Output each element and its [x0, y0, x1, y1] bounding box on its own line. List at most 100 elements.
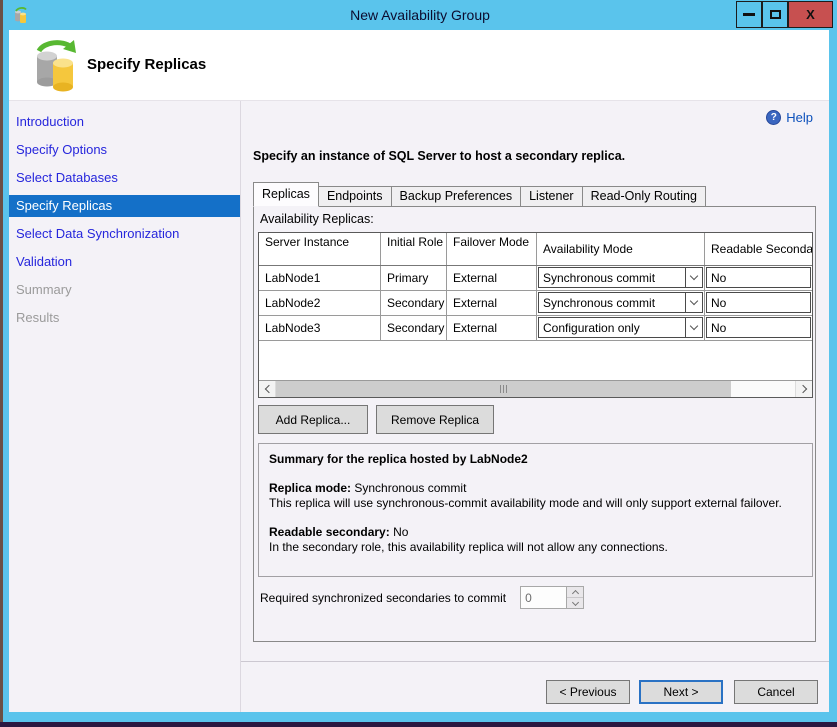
help-label: Help — [786, 110, 813, 125]
replica-mode-value: Synchronous commit — [354, 481, 466, 495]
main-content: ? Help Specify an instance of SQL Server… — [240, 101, 829, 712]
tab-read-only-routing[interactable]: Read-Only Routing — [582, 186, 706, 207]
maximize-button[interactable] — [762, 1, 788, 28]
cell-server-instance: LabNode2 — [259, 291, 381, 315]
sidebar-item-results: Results — [9, 307, 240, 329]
availability-replicas-grid[interactable]: Server Instance Initial Role Failover Mo… — [258, 232, 813, 398]
chevron-up-icon — [572, 589, 579, 596]
scroll-left-button[interactable] — [259, 381, 276, 397]
wizard-header: Specify Replicas — [9, 30, 829, 101]
replica-buttons: Add Replica... Remove Replica — [258, 405, 494, 434]
replicas-tab-panel: Availability Replicas: Server Instance I… — [253, 206, 816, 642]
readable-secondary-value: No — [393, 525, 408, 539]
stepper-value[interactable]: 0 — [521, 587, 566, 608]
remove-replica-button[interactable]: Remove Replica — [376, 405, 494, 434]
table-row: LabNode2 Secondary External Synchronous … — [259, 291, 812, 316]
readable-secondary-description: In the secondary role, this availability… — [269, 540, 802, 555]
scroll-right-button[interactable] — [795, 381, 812, 397]
chevron-down-icon[interactable] — [685, 268, 702, 287]
readable-secondary-dropdown[interactable]: No — [706, 317, 811, 338]
wizard-steps-sidebar: Introduction Specify Options Select Data… — [9, 101, 240, 712]
column-header-initial-role[interactable]: Initial Role — [381, 233, 447, 265]
cell-initial-role: Primary — [381, 266, 447, 290]
cell-failover-mode: External — [447, 291, 537, 315]
cell-failover-mode: External — [447, 316, 537, 340]
readable-secondary-label: Readable secondary: — [269, 525, 390, 539]
required-secondaries-row: Required synchronized secondaries to com… — [260, 586, 584, 609]
cell-availability-mode: Synchronous commit — [537, 291, 705, 315]
cell-availability-mode: Configuration only — [537, 316, 705, 340]
chevron-down-icon[interactable] — [685, 318, 702, 337]
tab-strip: Replicas Endpoints Backup Preferences Li… — [253, 182, 705, 207]
sidebar-item-specify-replicas[interactable]: Specify Replicas — [9, 195, 240, 217]
cell-server-instance: LabNode3 — [259, 316, 381, 340]
dialog-window: New Availability Group X Specify Replica… — [0, 0, 837, 727]
required-secondaries-label: Required synchronized secondaries to com… — [260, 591, 506, 605]
close-button[interactable]: X — [788, 1, 833, 28]
chevron-left-icon — [264, 385, 272, 393]
sidebar-item-validation[interactable]: Validation — [9, 251, 240, 273]
chevron-down-icon — [572, 598, 579, 605]
readable-secondary-dropdown[interactable]: No — [706, 267, 811, 288]
next-button[interactable]: Next > — [639, 680, 723, 704]
window-title: New Availability Group — [3, 0, 837, 30]
help-link[interactable]: ? Help — [766, 110, 813, 125]
availability-mode-dropdown[interactable]: Synchronous commit — [538, 267, 703, 288]
sidebar-item-specify-options[interactable]: Specify Options — [9, 139, 240, 161]
stepper-up-button[interactable] — [567, 587, 583, 598]
replica-summary-box: Summary for the replica hosted by LabNod… — [258, 443, 813, 577]
previous-button[interactable]: < Previous — [546, 680, 630, 704]
help-icon: ? — [766, 110, 781, 125]
window-body: Specify Replicas Introduction Specify Op… — [9, 30, 829, 712]
cell-readable-secondary: No — [705, 316, 812, 340]
titlebar[interactable]: New Availability Group X — [3, 0, 837, 30]
scrollbar-thumb[interactable] — [276, 381, 731, 397]
cell-readable-secondary: No — [705, 291, 812, 315]
column-header-readable-secondary[interactable]: Readable Secondary — [705, 233, 812, 265]
chevron-down-icon[interactable] — [685, 293, 702, 312]
replicas-database-icon — [29, 38, 81, 92]
cell-initial-role: Secondary — [381, 291, 447, 315]
footer-divider — [241, 661, 829, 662]
availability-replicas-label: Availability Replicas: — [260, 212, 374, 226]
add-replica-button[interactable]: Add Replica... — [258, 405, 368, 434]
cell-availability-mode: Synchronous commit — [537, 266, 705, 290]
sidebar-item-select-data-synchronization[interactable]: Select Data Synchronization — [9, 223, 240, 245]
tab-endpoints[interactable]: Endpoints — [318, 186, 392, 207]
column-header-failover-mode[interactable]: Failover Mode — [447, 233, 537, 265]
required-secondaries-stepper[interactable]: 0 — [520, 586, 584, 609]
sidebar-item-summary: Summary — [9, 279, 240, 301]
grid-header-row: Server Instance Initial Role Failover Mo… — [259, 233, 812, 266]
column-header-availability-mode[interactable]: Availability Mode — [537, 233, 705, 265]
tab-listener[interactable]: Listener — [520, 186, 582, 207]
desktop-edge-strip — [0, 0, 3, 727]
cell-failover-mode: External — [447, 266, 537, 290]
column-header-server-instance[interactable]: Server Instance — [259, 233, 381, 265]
cancel-button[interactable]: Cancel — [734, 680, 818, 704]
tab-backup-preferences[interactable]: Backup Preferences — [391, 186, 522, 207]
chevron-right-icon — [798, 385, 806, 393]
replica-mode-description: This replica will use synchronous-commit… — [269, 496, 802, 511]
close-icon: X — [806, 7, 815, 22]
summary-title: Summary for the replica hosted by LabNod… — [269, 452, 802, 467]
page-title: Specify Replicas — [87, 56, 206, 73]
minimize-icon — [743, 13, 755, 16]
availability-mode-dropdown[interactable]: Synchronous commit — [538, 292, 703, 313]
maximize-icon — [770, 10, 781, 19]
stepper-down-button[interactable] — [567, 598, 583, 608]
sidebar-item-introduction[interactable]: Introduction — [9, 111, 240, 133]
availability-mode-dropdown[interactable]: Configuration only — [538, 317, 703, 338]
tab-replicas[interactable]: Replicas — [253, 182, 319, 207]
desktop-edge-strip — [0, 722, 837, 727]
stepper-buttons — [566, 587, 583, 608]
readable-secondary-dropdown[interactable]: No — [706, 292, 811, 313]
sidebar-item-select-databases[interactable]: Select Databases — [9, 167, 240, 189]
replica-mode-label: Replica mode: — [269, 481, 351, 495]
minimize-button[interactable] — [736, 1, 762, 28]
horizontal-scrollbar[interactable] — [259, 380, 812, 397]
cell-server-instance: LabNode1 — [259, 266, 381, 290]
table-row: LabNode1 Primary External Synchronous co… — [259, 266, 812, 291]
table-row: LabNode3 Secondary External Configuratio… — [259, 316, 812, 341]
cell-initial-role: Secondary — [381, 316, 447, 340]
cell-readable-secondary: No — [705, 266, 812, 290]
